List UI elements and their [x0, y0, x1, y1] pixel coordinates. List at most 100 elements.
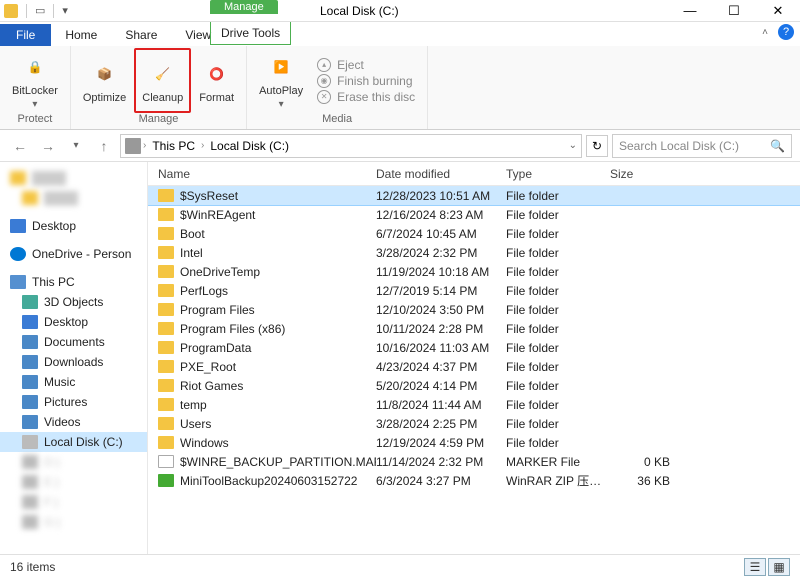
file-row[interactable]: OneDriveTemp11/19/2024 10:18 AMFile fold… [148, 262, 800, 281]
file-type: File folder [506, 246, 610, 260]
autoplay-icon: ▶️ [265, 51, 297, 83]
tab-drive-tools[interactable]: Drive Tools [210, 22, 291, 45]
cleanup-button[interactable]: 🧹 Cleanup [134, 48, 191, 113]
sidebar-downloads[interactable]: Downloads [0, 352, 147, 372]
file-name: Riot Games [180, 379, 243, 393]
maximize-button[interactable]: ☐ [712, 0, 756, 22]
file-row[interactable]: MiniToolBackup202406031527226/3/2024 3:2… [148, 471, 800, 490]
file-type: File folder [506, 322, 610, 336]
column-name[interactable]: Name [148, 167, 376, 181]
file-icon [158, 189, 174, 202]
file-row[interactable]: ProgramData10/16/2024 11:03 AMFile folde… [148, 338, 800, 357]
qat-save-icon[interactable]: ▭ [35, 4, 45, 17]
file-row[interactable]: Riot Games5/20/2024 4:14 PMFile folder [148, 376, 800, 395]
file-name: MiniToolBackup20240603152722 [180, 474, 357, 488]
sidebar-item[interactable]: ████ [0, 188, 147, 208]
autoplay-button[interactable]: ▶️ AutoPlay ▾ [253, 48, 309, 113]
close-button[interactable]: ✕ [756, 0, 800, 22]
sidebar-local-disk-c[interactable]: Local Disk (C:) [0, 432, 147, 452]
file-icon [158, 265, 174, 278]
column-size[interactable]: Size [610, 167, 680, 181]
file-icon [158, 246, 174, 259]
sidebar-onedrive[interactable]: OneDrive - Person [0, 244, 147, 264]
sidebar-drive-f[interactable]: F:) [0, 492, 147, 512]
file-list[interactable]: $SysReset12/28/2023 10:51 AMFile folder$… [148, 186, 800, 554]
qat-dropdown-icon[interactable]: ▾ [62, 4, 68, 17]
breadcrumb-dropdown-icon[interactable]: ⌄ [569, 140, 577, 151]
file-icon [158, 455, 174, 468]
forward-button[interactable]: → [36, 134, 60, 158]
file-date: 3/28/2024 2:25 PM [376, 417, 506, 431]
file-row[interactable]: $WinREAgent12/16/2024 8:23 AMFile folder [148, 205, 800, 224]
optimize-button[interactable]: 📦 Optimize [77, 48, 132, 113]
file-date: 11/19/2024 10:18 AM [376, 265, 506, 279]
file-row[interactable]: PerfLogs12/7/2019 5:14 PMFile folder [148, 281, 800, 300]
sidebar-drive-g[interactable]: G:) [0, 512, 147, 532]
sidebar-documents[interactable]: Documents [0, 332, 147, 352]
column-date[interactable]: Date modified [376, 167, 506, 181]
sidebar-pictures[interactable]: Pictures [0, 392, 147, 412]
refresh-button[interactable]: ↻ [586, 135, 608, 157]
file-name: PXE_Root [180, 360, 236, 374]
file-name: Program Files [180, 303, 255, 317]
search-input[interactable]: Search Local Disk (C:) 🔍 [612, 134, 792, 158]
sidebar-videos[interactable]: Videos [0, 412, 147, 432]
tab-file[interactable]: File [0, 24, 51, 46]
eject-button: ▴Eject [317, 58, 415, 72]
collapse-ribbon-icon[interactable]: ˄ [762, 27, 768, 38]
column-type[interactable]: Type [506, 167, 610, 181]
file-icon [158, 379, 174, 392]
file-row[interactable]: Intel3/28/2024 2:32 PMFile folder [148, 243, 800, 262]
tab-share[interactable]: Share [111, 24, 171, 46]
sidebar-desktop[interactable]: Desktop [0, 216, 147, 236]
file-icon [158, 341, 174, 354]
erase-disc-button: ✕Erase this disc [317, 90, 415, 104]
file-row[interactable]: PXE_Root4/23/2024 4:37 PMFile folder [148, 357, 800, 376]
file-size: 0 KB [610, 455, 680, 469]
file-type: WinRAR ZIP 压缩... [506, 472, 610, 489]
sidebar-drive-e[interactable]: E:) [0, 472, 147, 492]
status-bar: 16 items ☰ ▦ [0, 554, 800, 578]
file-date: 12/7/2019 5:14 PM [376, 284, 506, 298]
tab-home[interactable]: Home [51, 24, 111, 46]
file-date: 12/19/2024 4:59 PM [376, 436, 506, 450]
file-row[interactable]: $SysReset12/28/2023 10:51 AMFile folder [148, 186, 800, 205]
file-name: $WINRE_BACKUP_PARTITION.MARKER [180, 455, 376, 469]
file-row[interactable]: temp11/8/2024 11:44 AMFile folder [148, 395, 800, 414]
column-headers[interactable]: Name Date modified Type Size [148, 162, 800, 186]
history-dropdown[interactable]: ▾ [64, 134, 88, 158]
window-title: Local Disk (C:) [320, 4, 399, 18]
back-button[interactable]: ← [8, 134, 32, 158]
file-row[interactable]: Program Files12/10/2024 3:50 PMFile fold… [148, 300, 800, 319]
ribbon-group-media: ▶️ AutoPlay ▾ ▴Eject ◉Finish burning ✕Er… [247, 46, 428, 129]
file-row[interactable]: Users3/28/2024 2:25 PMFile folder [148, 414, 800, 433]
breadcrumb[interactable]: › This PC › Local Disk (C:) ⌄ [120, 134, 582, 158]
breadcrumb-drive[interactable]: Local Disk (C:) [206, 139, 293, 153]
help-icon[interactable]: ? [778, 24, 794, 40]
sidebar-music[interactable]: Music [0, 372, 147, 392]
file-name: PerfLogs [180, 284, 228, 298]
erase-icon: ✕ [317, 90, 331, 104]
nav-bar: ← → ▾ ↑ › This PC › Local Disk (C:) ⌄ ↻ … [0, 130, 800, 162]
minimize-button[interactable]: — [668, 0, 712, 22]
file-row[interactable]: Windows12/19/2024 4:59 PMFile folder [148, 433, 800, 452]
up-button[interactable]: ↑ [92, 134, 116, 158]
bitlocker-button[interactable]: 🔒 BitLocker ▾ [6, 48, 64, 113]
file-icon [158, 322, 174, 335]
file-type: File folder [506, 208, 610, 222]
sidebar-desktop2[interactable]: Desktop [0, 312, 147, 332]
file-row[interactable]: Boot6/7/2024 10:45 AMFile folder [148, 224, 800, 243]
file-date: 5/20/2024 4:14 PM [376, 379, 506, 393]
sidebar-thispc[interactable]: This PC [0, 272, 147, 292]
file-row[interactable]: $WINRE_BACKUP_PARTITION.MARKER11/14/2024… [148, 452, 800, 471]
sidebar-drive-d[interactable]: D:) [0, 452, 147, 472]
sidebar-quick-access[interactable]: ████ [0, 168, 147, 188]
breadcrumb-thispc[interactable]: This PC [148, 139, 199, 153]
file-icon [158, 227, 174, 240]
format-button[interactable]: ⭕ Format [193, 48, 240, 113]
sidebar-3dobjects[interactable]: 3D Objects [0, 292, 147, 312]
file-row[interactable]: Program Files (x86)10/11/2024 2:28 PMFil… [148, 319, 800, 338]
sidebar[interactable]: ████ ████ Desktop OneDrive - Person This… [0, 162, 148, 554]
file-type: File folder [506, 341, 610, 355]
file-name: Intel [180, 246, 203, 260]
